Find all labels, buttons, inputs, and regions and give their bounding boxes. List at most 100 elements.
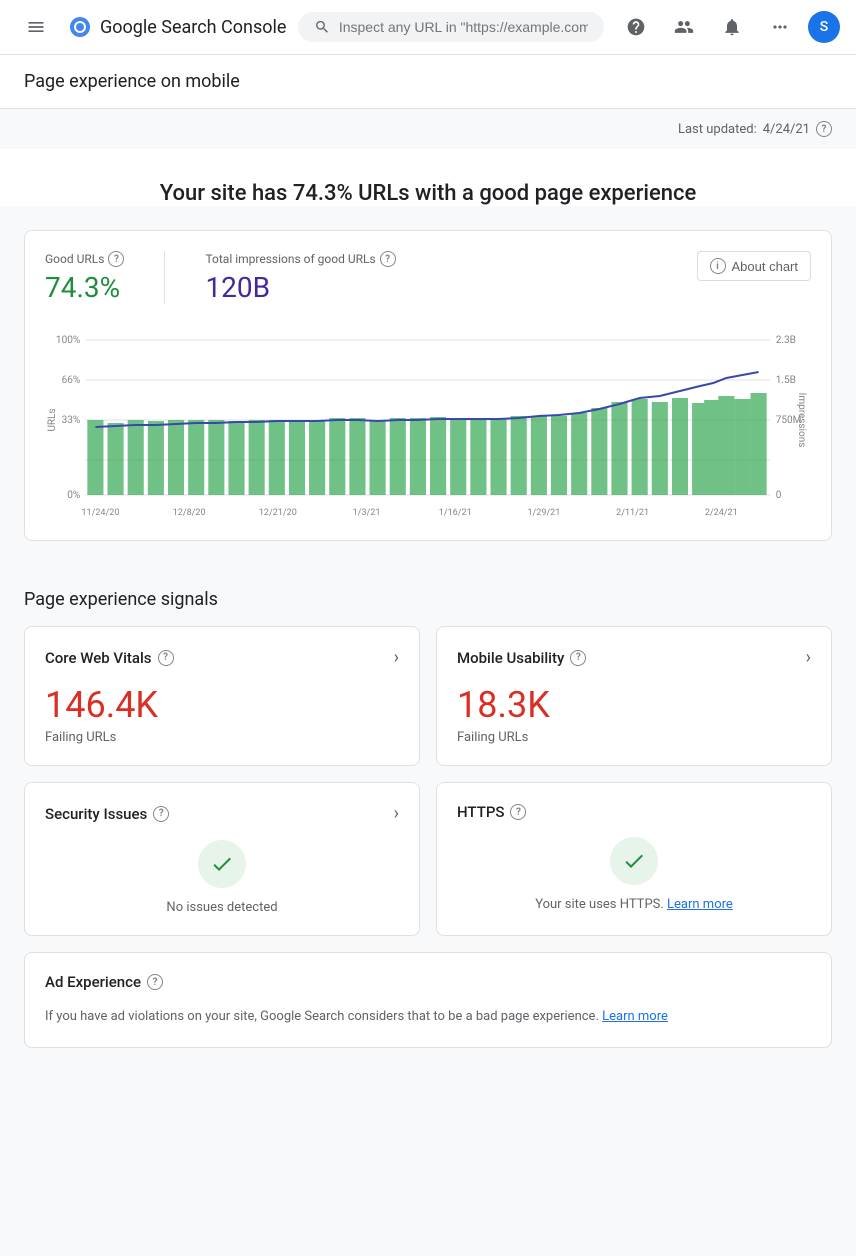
- mobile-usability-label: Failing URLs: [457, 730, 811, 745]
- security-issues-status: No issues detected: [45, 900, 399, 915]
- core-web-vitals-help-icon[interactable]: ?: [158, 650, 174, 666]
- chart-header: Good URLs ? 74.3% Total impressions of g…: [45, 251, 811, 304]
- svg-text:1.5B: 1.5B: [776, 375, 796, 386]
- svg-text:33%: 33%: [62, 415, 81, 426]
- total-impressions-metric: Total impressions of good URLs ? 120B: [205, 251, 395, 304]
- svg-text:2.3B: 2.3B: [776, 335, 796, 346]
- svg-text:2/11/21: 2/11/21: [616, 508, 649, 518]
- svg-text:1/16/21: 1/16/21: [439, 508, 472, 518]
- apps-button[interactable]: [760, 7, 800, 47]
- metric-divider: [164, 251, 165, 304]
- ad-experience-title: Ad Experience: [45, 973, 141, 991]
- last-updated-date: 4/24/21: [763, 122, 810, 137]
- security-issues-body: No issues detected: [45, 840, 399, 915]
- logo-text: Google Search Console: [100, 17, 286, 38]
- svg-text:0: 0: [776, 490, 782, 501]
- ad-experience-help-icon[interactable]: ?: [147, 974, 163, 990]
- svg-text:Impressions: Impressions: [796, 393, 807, 448]
- ad-experience-body: If you have ad violations on your site, …: [45, 1007, 811, 1027]
- total-impressions-label: Total impressions of good URLs ?: [205, 251, 395, 267]
- security-issues-title-wrap: Security Issues ?: [45, 805, 169, 823]
- svg-text:12/21/20: 12/21/20: [259, 508, 297, 518]
- svg-text:12/8/20: 12/8/20: [173, 508, 206, 518]
- mobile-usability-body: 18.3K Failing URLs: [457, 684, 811, 745]
- svg-text:100%: 100%: [56, 335, 80, 346]
- signals-grid: Core Web Vitals ? › 146.4K Failing URLs …: [24, 626, 832, 936]
- notifications-button[interactable]: [712, 7, 752, 47]
- core-web-vitals-label: Failing URLs: [45, 730, 399, 745]
- menu-button[interactable]: [16, 7, 56, 47]
- good-urls-metric: Good URLs ? 74.3%: [45, 251, 124, 304]
- core-web-vitals-title-wrap: Core Web Vitals ?: [45, 649, 174, 667]
- last-updated-bar: Last updated: 4/24/21 ?: [0, 109, 856, 149]
- avatar[interactable]: S: [808, 11, 840, 43]
- https-card[interactable]: HTTPS ? Your site uses HTTPS. Learn more: [436, 782, 832, 936]
- about-chart-button[interactable]: i About chart: [697, 251, 812, 281]
- https-title-wrap: HTTPS ?: [457, 803, 526, 821]
- mobile-usability-chevron-icon: ›: [806, 647, 811, 668]
- core-web-vitals-title: Core Web Vitals: [45, 649, 152, 667]
- ad-experience-learn-more-link[interactable]: Learn more: [602, 1009, 668, 1024]
- signals-section: Page experience signals Core Web Vitals …: [0, 565, 856, 1048]
- core-web-vitals-value: 146.4K: [45, 684, 399, 726]
- page-title-bar: Page experience on mobile: [0, 55, 856, 109]
- header: Google Search Console S: [0, 0, 856, 55]
- ad-experience-description: If you have ad violations on your site, …: [45, 1007, 811, 1027]
- total-impressions-help-icon[interactable]: ?: [380, 251, 396, 267]
- search-input[interactable]: [339, 19, 588, 35]
- core-web-vitals-chevron-icon: ›: [394, 647, 399, 668]
- mobile-usability-card[interactable]: Mobile Usability ? › 18.3K Failing URLs: [436, 626, 832, 766]
- last-updated-help-icon[interactable]: ?: [816, 121, 832, 137]
- about-chart-info-icon: i: [710, 258, 726, 274]
- https-body: Your site uses HTTPS. Learn more: [457, 837, 811, 912]
- https-status: Your site uses HTTPS. Learn more: [457, 897, 811, 912]
- hero-title: Your site has 74.3% URLs with a good pag…: [24, 181, 832, 206]
- security-issues-chevron-icon: ›: [394, 803, 399, 824]
- mobile-usability-title: Mobile Usability: [457, 649, 564, 667]
- core-web-vitals-header: Core Web Vitals ? ›: [45, 647, 399, 668]
- main-content: Last updated: 4/24/21 ? Your site has 74…: [0, 109, 856, 1048]
- svg-text:11/24/20: 11/24/20: [81, 508, 119, 518]
- https-check-circle: [610, 837, 658, 885]
- hero-section: Your site has 74.3% URLs with a good pag…: [0, 149, 856, 206]
- https-help-icon[interactable]: ?: [510, 804, 526, 820]
- accounts-button[interactable]: [664, 7, 704, 47]
- page-title: Page experience on mobile: [24, 71, 832, 92]
- mobile-usability-title-wrap: Mobile Usability ?: [457, 649, 586, 667]
- https-header: HTTPS ?: [457, 803, 811, 821]
- svg-text:0%: 0%: [67, 490, 80, 501]
- https-check-icon: [622, 849, 646, 873]
- ad-experience-header: Ad Experience ?: [45, 973, 811, 991]
- search-bar[interactable]: [298, 12, 604, 42]
- mobile-usability-value: 18.3K: [457, 684, 811, 726]
- https-title: HTTPS: [457, 803, 504, 821]
- signals-title: Page experience signals: [24, 589, 832, 610]
- good-urls-help-icon[interactable]: ?: [108, 251, 124, 267]
- security-issues-help-icon[interactable]: ?: [153, 806, 169, 822]
- good-urls-label: Good URLs ?: [45, 251, 124, 267]
- security-issues-check-circle: [198, 840, 246, 888]
- https-learn-more-link[interactable]: Learn more: [667, 897, 733, 912]
- mobile-usability-help-icon[interactable]: ?: [570, 650, 586, 666]
- search-icon: [314, 18, 330, 36]
- help-button[interactable]: [616, 7, 656, 47]
- ad-experience-card[interactable]: Ad Experience ? If you have ad violation…: [24, 952, 832, 1048]
- total-impressions-value: 120B: [205, 271, 395, 304]
- svg-text:2/24/21: 2/24/21: [705, 508, 738, 518]
- ad-experience-title-wrap: Ad Experience ?: [45, 973, 163, 991]
- svg-text:1/29/21: 1/29/21: [527, 508, 560, 518]
- security-issues-check-icon: [210, 852, 234, 876]
- chart-svg: 100% 66% 33% 0% URLs 2.3B 1.5B 750M 0 Im…: [45, 320, 811, 520]
- svg-text:URLs: URLs: [47, 408, 58, 431]
- chart-card: Good URLs ? 74.3% Total impressions of g…: [24, 230, 832, 541]
- mobile-usability-header: Mobile Usability ? ›: [457, 647, 811, 668]
- security-issues-header: Security Issues ? ›: [45, 803, 399, 824]
- security-issues-card[interactable]: Security Issues ? › No issues detected: [24, 782, 420, 936]
- chart-metrics: Good URLs ? 74.3% Total impressions of g…: [45, 251, 396, 304]
- svg-text:66%: 66%: [62, 375, 81, 386]
- last-updated-label: Last updated:: [678, 122, 757, 137]
- logo: Google Search Console: [68, 15, 286, 39]
- chart-area: 100% 66% 33% 0% URLs 2.3B 1.5B 750M 0 Im…: [45, 320, 811, 520]
- header-icons: S: [616, 7, 840, 47]
- core-web-vitals-card[interactable]: Core Web Vitals ? › 146.4K Failing URLs: [24, 626, 420, 766]
